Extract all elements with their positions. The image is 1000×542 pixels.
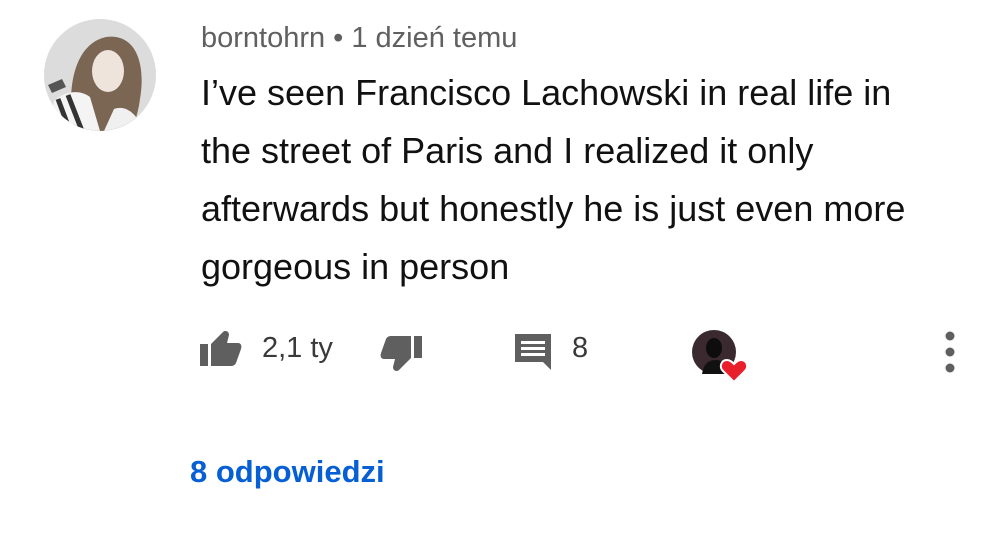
comment-thread: borntohrn • 1 dzień temu I’ve seen Francis…: [0, 0, 1000, 542]
view-replies-link[interactable]: 8 odpowiedzi: [190, 452, 385, 492]
avatar-image: [44, 19, 156, 131]
like-count: 2,1 ty: [262, 332, 333, 364]
dislike-button[interactable]: [380, 334, 424, 372]
reply-count: 8: [572, 332, 589, 364]
creator-heart-icon: [692, 330, 749, 384]
comment-time[interactable]: 1 dzień temu: [351, 22, 517, 54]
thumb-up-icon: [200, 331, 242, 366]
more-options-button[interactable]: [938, 330, 962, 374]
author-name[interactable]: borntohrn: [201, 22, 325, 54]
meta-separator: •: [333, 22, 344, 54]
thumb-down-icon: [380, 336, 422, 371]
author-avatar[interactable]: [44, 19, 156, 131]
comment-actions: 2,1 ty 8: [0, 318, 1000, 384]
reply-button[interactable]: [513, 332, 553, 372]
comment-icon: [515, 334, 551, 370]
more-vertical-icon: [945, 331, 955, 373]
comment-meta: borntohrn • 1 dzień temu: [201, 19, 517, 57]
comment-text: I’ve seen Francisco Lachowski in real li…: [201, 72, 906, 287]
creator-heart-badge: [690, 324, 752, 386]
like-button[interactable]: [198, 330, 242, 368]
